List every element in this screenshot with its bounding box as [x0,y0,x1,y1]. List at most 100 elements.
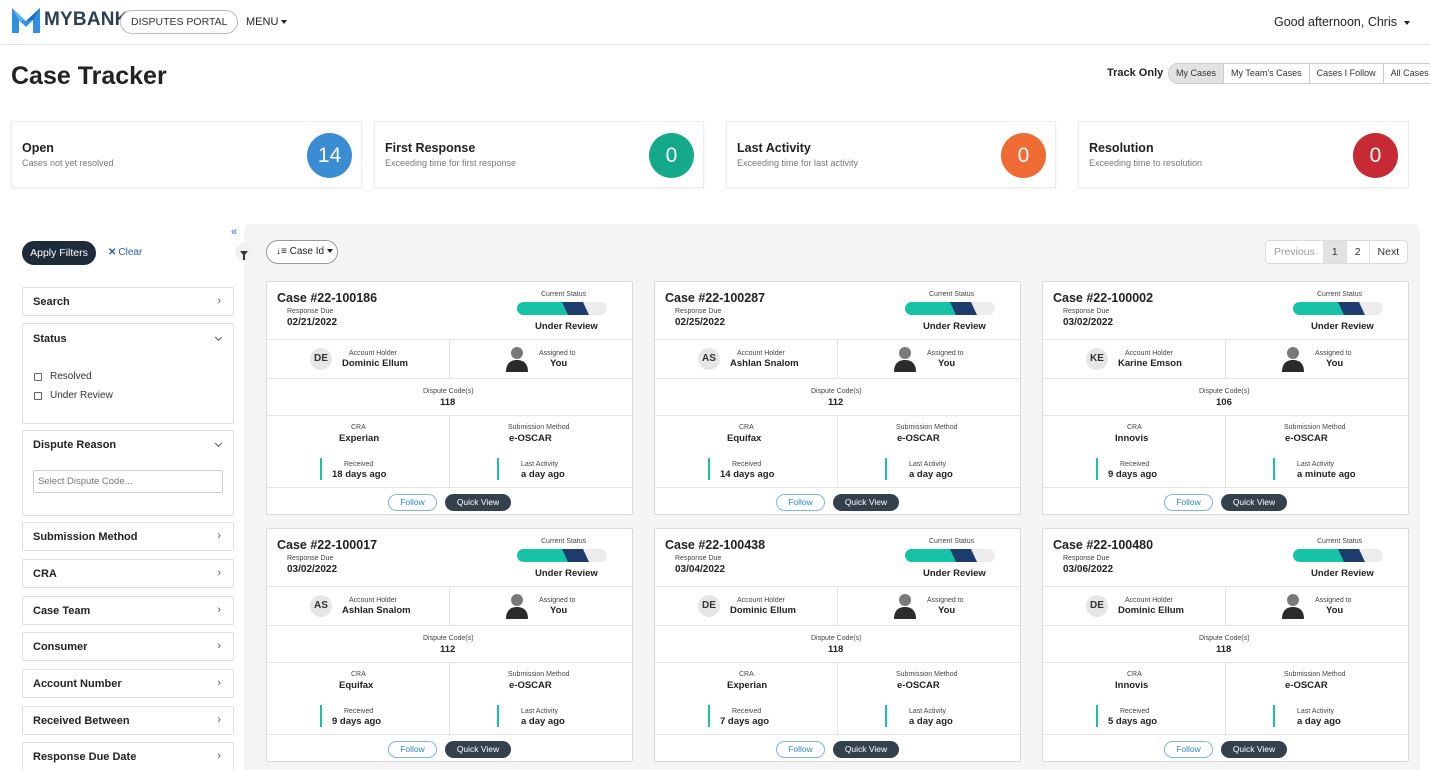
divider [449,339,450,378]
case-title[interactable]: Case #22-100186 [277,291,377,305]
pagination-page-1[interactable]: 1 [1323,241,1347,263]
portal-badge[interactable]: DISPUTES PORTAL [120,10,239,34]
account-holder-label: Account Holder [1125,350,1173,357]
submission-method-label: Submission Method [896,671,958,678]
case-card: Case #22-100002 Response Due 03/02/2022 … [1042,281,1409,515]
cra-label: CRA [1127,424,1142,431]
chevron-down-icon[interactable] [214,333,223,342]
apply-filters-button[interactable]: Apply Filters [22,241,96,265]
status-option-under-review[interactable]: Under Review [34,390,113,401]
current-status-label: Current Status [929,538,975,545]
stat-subtitle: Exceeding time to resolution [1089,158,1203,168]
accent-bar [320,705,322,727]
last-activity-label: Last Activity [1297,461,1334,468]
filter-toggle-button[interactable] [235,243,253,261]
accent-bar [708,705,710,727]
last-activity-label: Last Activity [521,708,558,715]
current-status-value: Under Review [1311,321,1374,332]
received-value: 14 days ago [720,469,775,480]
filter-response-due-date[interactable]: Response Due Date › [22,742,234,770]
quick-view-button[interactable]: Quick View [833,741,899,758]
stat-card-last-activity[interactable]: Last Activity Exceeding time for last ac… [726,121,1056,188]
dispute-code-value: 112 [828,397,844,408]
account-holder-name: Dominic Ellum [730,605,796,616]
user-avatar-icon [894,594,916,619]
case-card: Case #22-100186 Response Due 02/21/2022 … [266,281,633,515]
follow-button[interactable]: Follow [1164,494,1213,511]
cra-label: CRA [739,671,754,678]
filter-cra[interactable]: CRA › [22,559,234,588]
clear-label: Clear [118,247,143,258]
filter-account-number[interactable]: Account Number › [22,669,234,698]
collapse-sidebar-icon[interactable]: « [231,226,237,238]
clear-filters-button[interactable]: ✕ Clear [108,247,142,258]
stat-card-resolution[interactable]: Resolution Exceeding time to resolution … [1078,121,1409,188]
account-holder-name: Ashlan Snalom [730,358,799,369]
filter-consumer[interactable]: Consumer › [22,632,234,661]
follow-button[interactable]: Follow [1164,741,1213,758]
quick-view-button[interactable]: Quick View [1221,494,1287,511]
stat-title: Last Activity [737,141,811,155]
last-activity-label: Last Activity [1297,708,1334,715]
user-greeting-dropdown[interactable]: Good afternoon, Chris [1274,15,1410,29]
case-title[interactable]: Case #22-100438 [665,538,765,552]
filter-case-team[interactable]: Case Team › [22,596,234,625]
divider [1043,378,1408,379]
follow-button[interactable]: Follow [388,741,437,758]
stat-count-badge: 0 [1001,133,1046,178]
quick-view-button[interactable]: Quick View [833,494,899,511]
response-due-label: Response Due [1063,555,1110,562]
follow-button[interactable]: Follow [776,494,825,511]
assigned-to-value: You [938,605,956,616]
track-my-cases[interactable]: My Cases [1169,64,1225,83]
checkbox[interactable] [34,391,42,400]
account-holder-label: Account Holder [349,350,397,357]
case-title[interactable]: Case #22-100287 [665,291,765,305]
last-activity-value: a day ago [909,716,953,727]
dispute-code-select[interactable]: Select Dispute Code... [33,470,223,493]
stat-count-badge: 0 [1353,133,1398,178]
case-title[interactable]: Case #22-100002 [1053,291,1153,305]
filter-submission-method[interactable]: Submission Method › [22,522,234,551]
status-option-resolved[interactable]: Resolved [34,371,92,382]
track-cases-i-follow[interactable]: Cases I Follow [1310,64,1384,83]
stat-title: Open [22,141,54,155]
response-due-label: Response Due [287,308,334,315]
account-holder-name: Dominic Ellum [1118,605,1184,616]
quick-view-button[interactable]: Quick View [445,494,511,511]
stat-card-first-response[interactable]: First Response Exceeding time for first … [374,121,704,188]
cra-value: Equifax [339,680,374,691]
stat-card-open[interactable]: Open Cases not yet resolved 14 [11,121,362,188]
filter-received-between[interactable]: Received Between › [22,706,234,735]
pagination: Previous 1 2 Next [1265,240,1409,264]
chevron-down-icon[interactable] [214,439,223,448]
main-menu-dropdown[interactable]: MENU [246,16,288,28]
sort-dropdown[interactable]: ↓≡ Case Id [266,240,338,264]
assigned-to-label: Assigned to [927,597,964,604]
follow-button[interactable]: Follow [388,494,437,511]
chevron-right-icon: › [217,677,221,689]
case-title[interactable]: Case #22-100480 [1053,538,1153,552]
status-progress-icon [517,302,607,315]
track-all-cases[interactable]: All Cases [1384,64,1430,83]
dispute-code-value: 118 [440,397,456,408]
checkbox[interactable] [34,372,42,381]
filter-search[interactable]: Search › [22,287,234,316]
quick-view-button[interactable]: Quick View [1221,741,1287,758]
received-value: 5 days ago [1108,716,1158,727]
follow-button[interactable]: Follow [776,741,825,758]
response-due-date: 03/02/2022 [287,564,338,575]
case-title[interactable]: Case #22-100017 [277,538,377,552]
cra-label: CRA [1127,671,1142,678]
pagination-next[interactable]: Next [1370,241,1408,263]
track-my-teams-cases[interactable]: My Team's Cases [1224,64,1310,83]
account-holder-label: Account Holder [737,350,785,357]
avatar: AS [698,348,720,370]
brand-logo[interactable]: MYBANK [10,5,129,35]
pagination-page-2[interactable]: 2 [1347,241,1370,263]
greeting-text: Good afternoon, Chris [1274,15,1397,29]
mybank-logo-icon [12,8,40,33]
filter-title: Consumer [33,641,88,653]
pagination-previous[interactable]: Previous [1266,241,1324,263]
quick-view-button[interactable]: Quick View [445,741,511,758]
